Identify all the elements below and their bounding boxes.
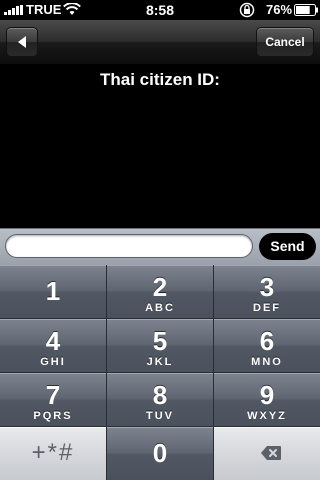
battery-icon [294, 4, 318, 16]
key-digit: 0 [152, 438, 168, 468]
key-digit: 8 [152, 380, 168, 410]
key-5[interactable]: 5 JKL [107, 319, 214, 373]
input-bar: Send [0, 228, 320, 265]
key-letters: DEF [253, 302, 281, 314]
screen: TRUE 8:58 76% Cancel Thai citizen ID: Se… [0, 0, 320, 480]
citizen-id-input[interactable] [5, 234, 253, 258]
key-8[interactable]: 8 TUV [107, 373, 214, 427]
key-1[interactable]: 1 [0, 265, 107, 319]
key-letters: WXYZ [247, 410, 287, 422]
rotation-lock-icon [239, 2, 255, 18]
key-digit: 3 [259, 272, 275, 302]
key-3[interactable]: 3 DEF [214, 265, 320, 319]
key-digit: 1 [45, 276, 61, 306]
key-digit: 4 [45, 326, 61, 356]
key-letters: JKL [146, 356, 174, 368]
prompt-label: Thai citizen ID: [100, 70, 220, 89]
symbols-label: +*# [31, 439, 75, 466]
key-letters: ABC [145, 302, 175, 314]
key-digit: 6 [259, 326, 275, 356]
left-arrow-icon [18, 36, 26, 48]
key-4[interactable]: 4 GHI [0, 319, 107, 373]
back-button[interactable] [6, 27, 38, 57]
key-digit: 7 [45, 380, 61, 410]
cancel-button[interactable]: Cancel [256, 27, 314, 57]
key-0[interactable]: 0 [107, 427, 214, 480]
navigation-bar: Cancel [0, 20, 320, 65]
content-area: Thai citizen ID: [0, 65, 320, 228]
key-digit: 2 [152, 272, 168, 302]
key-6[interactable]: 6 MNO [214, 319, 320, 373]
battery-percent: 76% [266, 2, 293, 17]
key-9[interactable]: 9 WXYZ [214, 373, 320, 427]
backspace-icon [261, 446, 281, 460]
key-letters: MNO [251, 356, 283, 368]
key-digit: 9 [259, 380, 275, 410]
numeric-keypad: 1 2 ABC 3 DEF 4 GHI 5 JKL 6 MNO 7 PQRS 8 [0, 265, 320, 480]
key-letters: GHI [40, 356, 66, 368]
key-symbols[interactable]: +*# [0, 427, 107, 480]
key-7[interactable]: 7 PQRS [0, 373, 107, 427]
send-button[interactable]: Send [259, 233, 316, 260]
key-letters: PQRS [33, 410, 73, 422]
key-letters: TUV [146, 410, 174, 422]
key-backspace[interactable] [214, 427, 320, 480]
status-bar: TRUE 8:58 76% [0, 0, 320, 20]
key-digit: 5 [152, 326, 168, 356]
key-2[interactable]: 2 ABC [107, 265, 214, 319]
